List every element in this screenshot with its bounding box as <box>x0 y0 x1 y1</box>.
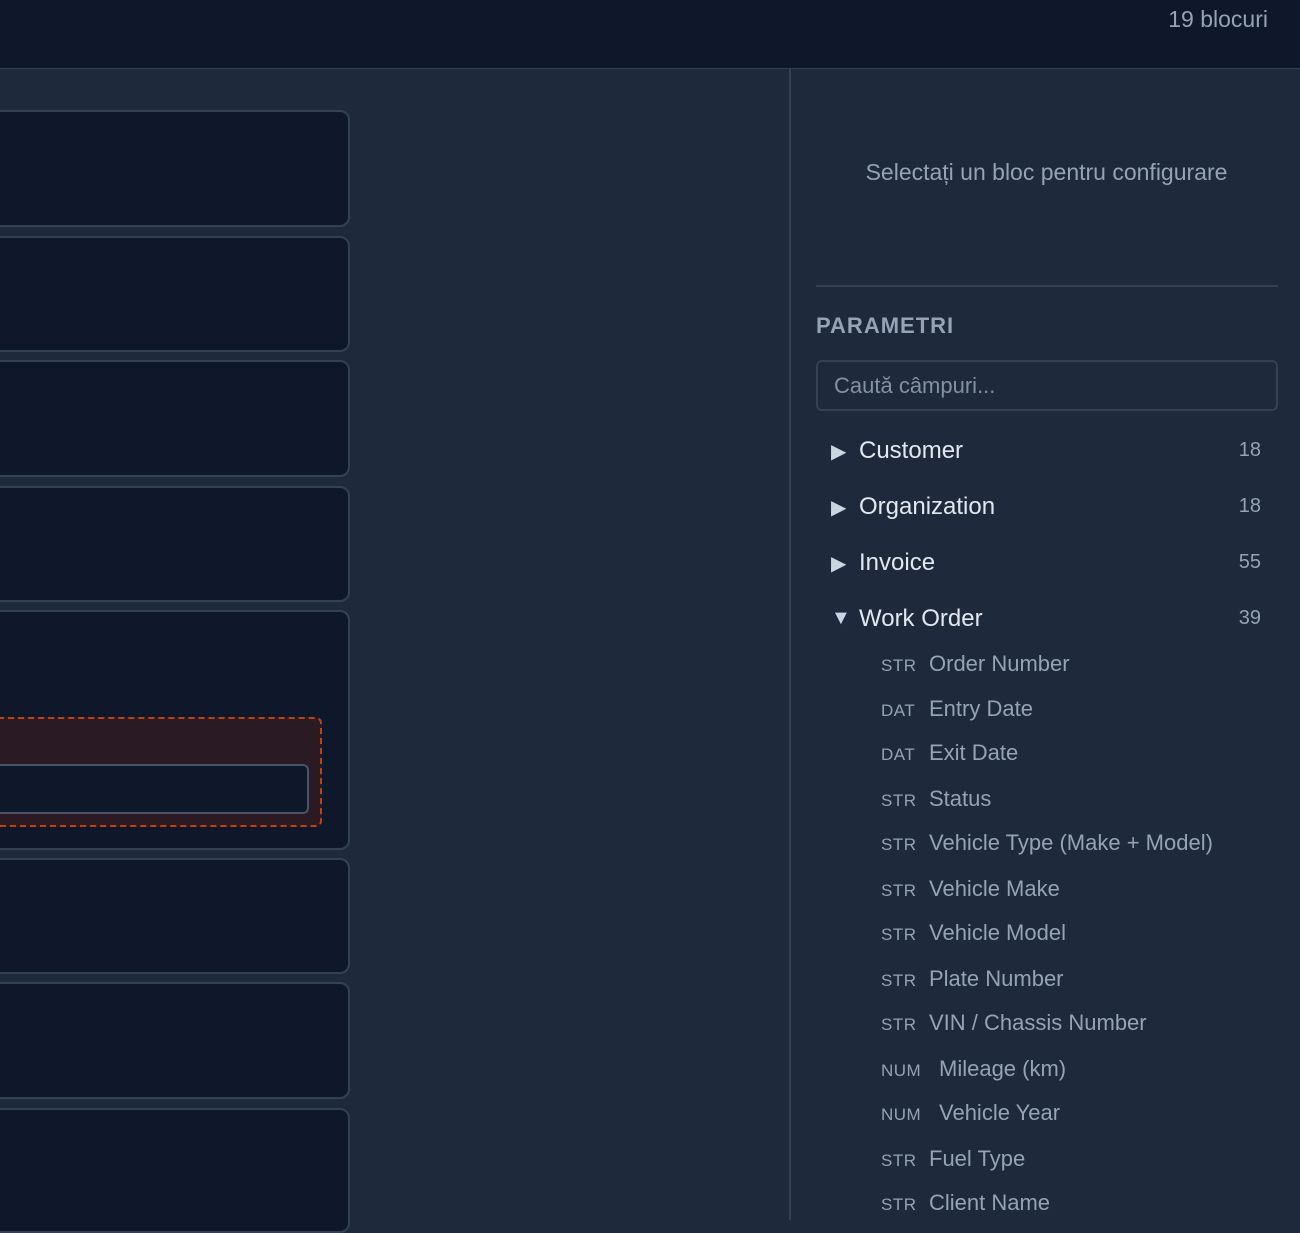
group-count: 18 <box>1238 495 1261 517</box>
field-label: Fuel Type <box>929 1146 1026 1171</box>
field-label: Client Name <box>929 1190 1051 1215</box>
field-type-badge: NUM <box>881 1105 922 1124</box>
field-type-badge: STR <box>881 656 917 675</box>
canvas-block[interactable] <box>0 858 350 974</box>
group-count: 55 <box>1238 551 1261 573</box>
divider <box>816 285 1278 287</box>
canvas-block[interactable] <box>0 110 350 227</box>
group-name: Work Order <box>859 605 983 632</box>
field-label: Vehicle Make <box>929 876 1060 901</box>
editor-canvas <box>0 69 789 1233</box>
collapse-arrow-icon: ▼ <box>831 607 851 629</box>
field-type-badge: STR <box>881 925 917 944</box>
field-label: Status <box>929 786 992 811</box>
properties-sidebar: Selectați un bloc pentru configurare PAR… <box>789 69 1300 1220</box>
block-count: 19 blocuri <box>1168 6 1268 32</box>
field-label: Plate Number <box>929 966 1064 991</box>
field-label: Vehicle Year <box>939 1100 1061 1125</box>
field-type-badge: STR <box>881 1015 917 1034</box>
group-name: Organization <box>859 493 996 520</box>
canvas-block[interactable] <box>0 1108 350 1233</box>
group-count: 39 <box>1238 607 1261 629</box>
section-title: PARAMETRI <box>816 313 955 338</box>
search-input[interactable] <box>816 360 1278 411</box>
field-type-badge: NUM <box>881 1061 922 1080</box>
field-type-badge: STR <box>881 971 917 990</box>
expand-arrow-icon: ▶ <box>831 441 847 463</box>
empty-selection-message: Selectați un bloc pentru configurare <box>865 159 1228 185</box>
drop-zone[interactable] <box>0 717 322 827</box>
field-type-badge: DAT <box>881 701 916 720</box>
field-label: Entry Date <box>929 696 1033 721</box>
canvas-block[interactable] <box>0 360 350 477</box>
group-work-order[interactable]: ▼ Work Order 39 <box>831 601 1263 641</box>
field-type-badge: STR <box>881 791 917 810</box>
field-label: VIN / Chassis Number <box>929 1010 1147 1035</box>
field-type-badge: STR <box>881 835 917 854</box>
expand-arrow-icon: ▶ <box>831 553 847 575</box>
top-bar: 19 blocuri <box>0 0 1300 69</box>
group-customer[interactable]: ▶ Customer 18 <box>831 433 1263 473</box>
field-type-badge: DAT <box>881 745 916 764</box>
group-name: Customer <box>859 437 964 464</box>
field-type-badge: STR <box>881 1195 917 1214</box>
field-type-badge: STR <box>881 1151 917 1170</box>
field-label: Order Number <box>929 651 1070 676</box>
field-label: Exit Date <box>929 740 1019 765</box>
group-name: Invoice <box>859 549 936 576</box>
field-type-badge: STR <box>881 881 917 900</box>
canvas-block[interactable] <box>0 486 350 602</box>
canvas-block[interactable] <box>0 982 350 1099</box>
canvas-block[interactable] <box>0 236 350 352</box>
group-invoice[interactable]: ▶ Invoice 55 <box>831 545 1263 585</box>
field-label: Mileage (km) <box>939 1056 1067 1081</box>
canvas-block[interactable] <box>0 610 350 850</box>
expand-arrow-icon: ▶ <box>831 497 847 519</box>
group-organization[interactable]: ▶ Organization 18 <box>831 489 1263 529</box>
block-input[interactable] <box>0 764 309 814</box>
field-label: Vehicle Type (Make + Model) <box>929 830 1213 855</box>
group-count: 18 <box>1238 439 1261 461</box>
field-label: Vehicle Model <box>929 920 1066 945</box>
